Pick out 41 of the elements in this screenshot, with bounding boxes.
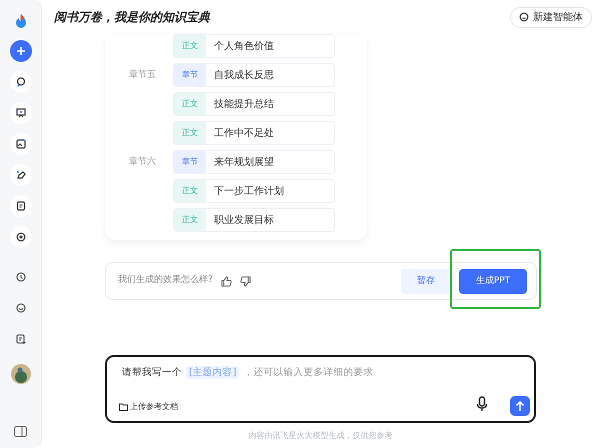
feedback-question: 我们生成的效果怎么样? bbox=[118, 274, 213, 288]
image-button[interactable] bbox=[10, 133, 32, 155]
document-button[interactable] bbox=[10, 195, 32, 217]
thumbs-down-icon[interactable] bbox=[240, 276, 251, 286]
microphone-icon[interactable] bbox=[476, 396, 488, 412]
generate-ppt-button[interactable]: 生成PPT bbox=[459, 269, 527, 294]
chat-icon bbox=[14, 76, 26, 88]
chat-button[interactable] bbox=[10, 71, 32, 93]
outline-row[interactable]: 正文 下一步工作计划 bbox=[173, 179, 335, 203]
prompt-template: 请帮我写一个 [主题内容] ，还可以输入更多详细的要求 bbox=[122, 366, 374, 380]
folder-icon bbox=[119, 403, 128, 411]
plus-icon bbox=[14, 45, 26, 57]
page-title: 阅书万卷，我是你的知识宝典 bbox=[54, 9, 210, 26]
outline-row[interactable]: 章节 来年规划展望 bbox=[173, 150, 335, 174]
presentation-icon bbox=[14, 107, 26, 119]
prompt-input[interactable]: 请帮我写一个 [主题内容] ，还可以输入更多详细的要求 上传参考文档 bbox=[105, 355, 536, 423]
outline-row[interactable]: 正文 个人角色价值 bbox=[173, 34, 335, 58]
section-label: 章节六 bbox=[129, 157, 156, 167]
avatar[interactable] bbox=[10, 361, 30, 381]
pen-icon bbox=[14, 169, 26, 181]
image-icon bbox=[14, 138, 26, 150]
disclaimer-text: 内容由讯飞星火大模型生成，仅供您参考 bbox=[248, 430, 394, 442]
send-button[interactable] bbox=[510, 396, 530, 416]
arrow-up-icon bbox=[515, 400, 525, 412]
target-button[interactable] bbox=[10, 226, 32, 248]
outline-row[interactable]: 正文 技能提升总结 bbox=[173, 92, 335, 116]
save-draft-button[interactable]: 暂存 bbox=[401, 269, 451, 294]
presentation-button[interactable] bbox=[10, 102, 32, 124]
document-icon bbox=[14, 200, 26, 212]
outline-row[interactable]: 正文 工作中不足处 bbox=[173, 121, 335, 145]
outline-row[interactable]: 章节 自我成长反思 bbox=[173, 63, 335, 87]
section-label: 章节五 bbox=[129, 70, 156, 80]
thumbs-up-icon[interactable] bbox=[220, 276, 232, 286]
new-agent-button[interactable]: 新建智能体 bbox=[510, 6, 592, 28]
target-icon bbox=[14, 231, 26, 243]
smile-icon bbox=[14, 302, 26, 314]
pen-button[interactable] bbox=[10, 164, 32, 186]
note-add-icon bbox=[14, 333, 26, 345]
plus-button[interactable] bbox=[10, 40, 32, 62]
upload-document-button[interactable]: 上传参考文档 bbox=[119, 401, 178, 413]
outline-row[interactable]: 正文 职业发展目标 bbox=[173, 208, 335, 232]
